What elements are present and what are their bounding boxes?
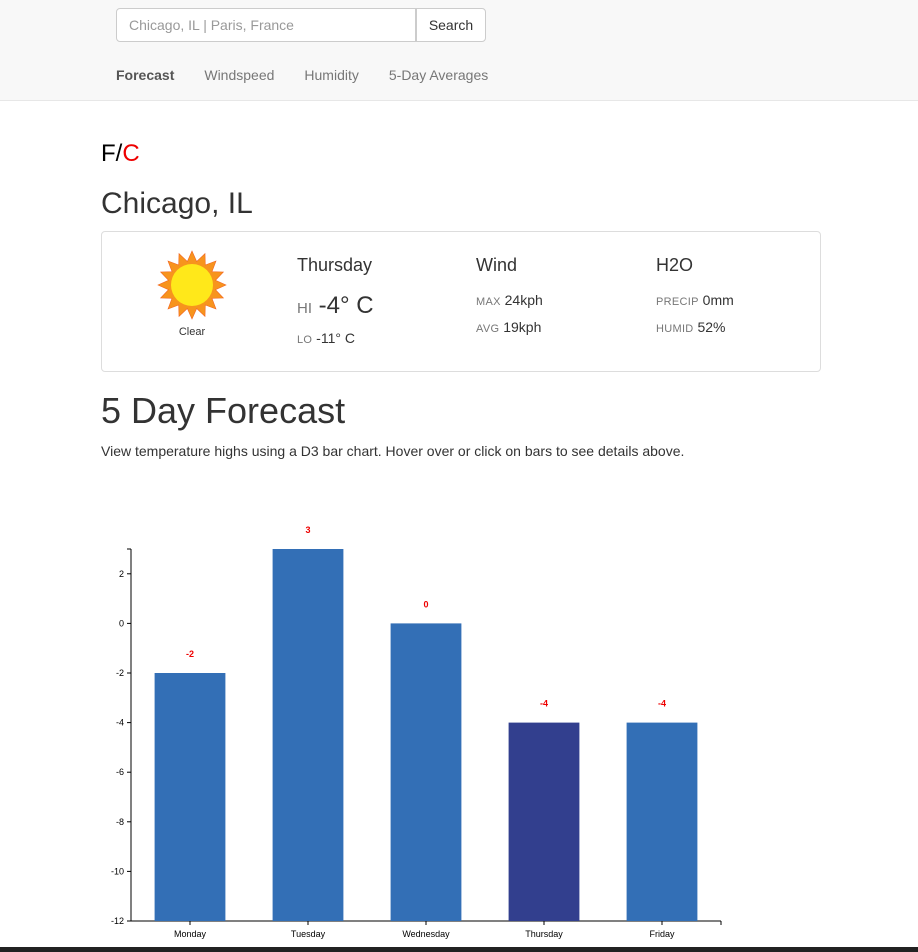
bar-monday[interactable] (154, 673, 226, 921)
bar-thursday[interactable] (508, 722, 580, 921)
search-input[interactable] (116, 8, 416, 42)
wind-max-label: MAX (476, 296, 501, 308)
bar-value-label: 0 (423, 599, 428, 609)
low-temp: LO -11° C (297, 329, 374, 349)
unit-toggle: F/C (101, 140, 140, 168)
high-temp: HI -4° C (297, 292, 374, 323)
forecast-description: View temperature highs using a D3 bar ch… (101, 443, 685, 459)
search-button[interactable]: Search (416, 8, 486, 42)
forecast-bar-chart: -12 -10 -8 -6 -4 -2 0 2 -2 Monday 3 Tuesday 0 Wednesd… (111, 525, 722, 939)
tab-forecast[interactable]: Forecast (101, 57, 189, 93)
y-tick-label: -8 (116, 817, 124, 827)
x-tick-label: Wednesday (402, 929, 450, 939)
bar-value-label: -4 (540, 699, 548, 709)
bottom-strip (0, 947, 918, 952)
precip: PRECIP 0mm (656, 291, 734, 311)
precip-value: 0mm (702, 292, 734, 308)
wind-max-value: 24kph (504, 292, 543, 308)
y-tick-label: -12 (111, 916, 124, 926)
h2o-column: H2O PRECIP 0mm HUMID 52% (656, 254, 734, 338)
bar-friday[interactable] (626, 722, 698, 921)
y-tick-label: 0 (119, 618, 124, 628)
wind-avg: AVG 19kph (476, 318, 543, 338)
tab-windspeed[interactable]: Windspeed (189, 57, 289, 93)
bar-value-label: -4 (658, 699, 666, 709)
x-tick-label: Monday (174, 929, 207, 939)
city-title: Chicago, IL (101, 187, 253, 220)
wind-column: Wind MAX 24kph AVG 19kph (476, 254, 543, 338)
tab-humidity[interactable]: Humidity (289, 57, 373, 93)
precip-label: PRECIP (656, 296, 699, 308)
day-name: Thursday (297, 255, 373, 275)
y-tick-label: -2 (116, 668, 124, 678)
top-navbar: Search Forecast Windspeed Humidity 5-Day… (0, 0, 918, 101)
high-value: -4° C (318, 292, 374, 319)
x-tick-label: Thursday (525, 929, 563, 939)
wind-avg-label: AVG (476, 323, 500, 335)
humidity: HUMID 52% (656, 318, 734, 338)
low-value: -11° C (316, 330, 355, 346)
celsius-toggle[interactable]: C (122, 140, 139, 167)
current-weather-panel: Clear Thursday HI -4° C LO -11° C Wind M… (101, 231, 821, 372)
fahrenheit-toggle[interactable]: F (101, 140, 116, 167)
humidity-label: HUMID (656, 323, 694, 335)
low-label: LO (297, 334, 313, 346)
wind-avg-value: 19kph (503, 319, 542, 335)
y-tick-label: -10 (111, 866, 124, 876)
humidity-value: 52% (697, 319, 726, 335)
y-tick-label: 2 (119, 569, 124, 579)
bar-value-label: 3 (305, 525, 310, 535)
day-column: Thursday HI -4° C LO -11° C (297, 254, 374, 349)
high-label: HI (297, 300, 312, 317)
x-tick-label: Tuesday (291, 929, 326, 939)
y-tick-label: -4 (116, 718, 124, 728)
x-tick-label: Friday (649, 929, 675, 939)
forecast-title: 5 Day Forecast (101, 390, 346, 431)
tab-5-day-averages[interactable]: 5-Day Averages (374, 57, 503, 93)
nav-tabs: Forecast Windspeed Humidity 5-Day Averag… (101, 57, 503, 93)
sun-icon (157, 250, 227, 320)
h2o-title: H2O (656, 255, 694, 275)
wind-max: MAX 24kph (476, 291, 543, 311)
bar-value-label: -2 (186, 649, 194, 659)
condition-label: Clear (178, 326, 206, 338)
y-tick-label: -6 (116, 767, 124, 777)
bar-tuesday[interactable] (272, 549, 344, 921)
bar-wednesday[interactable] (390, 623, 462, 921)
wind-title: Wind (476, 255, 518, 275)
